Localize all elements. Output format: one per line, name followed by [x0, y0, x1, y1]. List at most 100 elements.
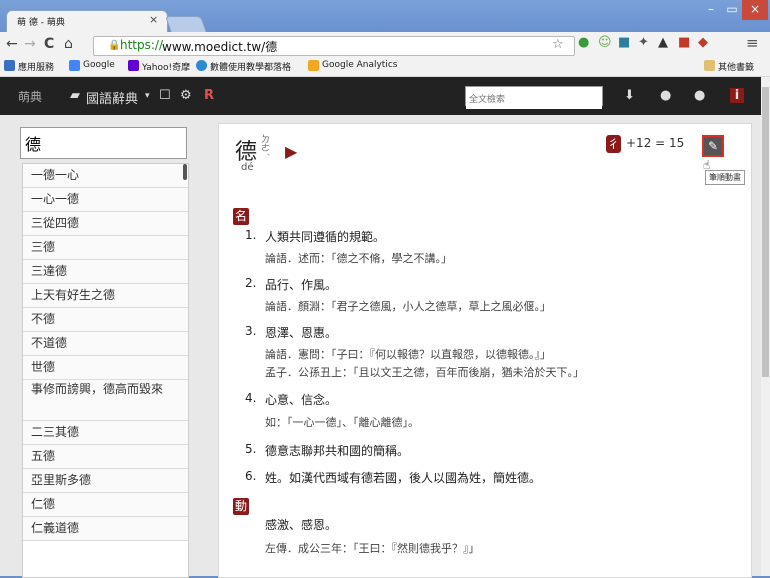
- extension-translate-icon[interactable]: ■: [618, 35, 630, 50]
- bookmark-google[interactable]: Google: [83, 60, 115, 70]
- list-item[interactable]: 一心一德: [23, 188, 188, 212]
- definition: 恩澤、恩惠。: [265, 326, 338, 340]
- list-item[interactable]: 五德: [23, 445, 188, 469]
- def-number: 5.: [245, 442, 257, 456]
- tab-title: 萌 德 - 萌典: [17, 18, 65, 28]
- chevron-down-icon: ▾: [145, 91, 150, 101]
- definition: 人類共同遵循的規範。: [265, 230, 386, 244]
- maximize-button[interactable]: ▭: [722, 0, 742, 20]
- def-number: 1.: [245, 228, 257, 242]
- extension-cup-icon[interactable]: ▲: [658, 35, 668, 50]
- browser-tab[interactable]: 萌 德 - 萌典 ×: [6, 10, 168, 33]
- play-audio-icon[interactable]: ▶: [285, 142, 297, 161]
- pos-badge-verb: 動: [233, 498, 249, 515]
- blog-icon: [196, 60, 207, 71]
- fulltext-search[interactable]: [465, 86, 603, 109]
- url-text: www.moedict.tw/德: [162, 40, 278, 54]
- list-item[interactable]: 三德: [23, 236, 188, 260]
- minimize-button[interactable]: –: [700, 0, 722, 20]
- main-content: 一德一心 一心一德 三從四德 三德 三達德 上天有好生之德 不德 不道德 世德 …: [0, 115, 761, 578]
- entry-panel: 德 ㄉㄜˊ dé ▶ 彳 +12 = 15 ✎ ☝ 筆順動畫 名 1. 人類共同…: [218, 123, 752, 578]
- navigation-bar: ← → C ⌂ 🔒 https:// www.moedict.tw/德 ☆ ● …: [0, 32, 770, 58]
- bookmark-analytics[interactable]: Google Analytics: [322, 60, 397, 70]
- reload-icon[interactable]: C: [44, 36, 54, 52]
- settings-icon[interactable]: ⚙: [180, 88, 192, 103]
- bookmark-apps[interactable]: 應用服務: [18, 60, 54, 73]
- query-box[interactable]: [20, 127, 187, 159]
- pos-badge-noun: 名: [233, 208, 249, 225]
- list-item[interactable]: 世德: [23, 356, 188, 380]
- list-item[interactable]: 亞里斯多德: [23, 469, 188, 493]
- home-icon[interactable]: ⌂: [64, 36, 73, 52]
- bookmark-star-icon[interactable]: ☆: [552, 37, 564, 52]
- yahoo-icon: [128, 60, 139, 71]
- list-item[interactable]: 事修而謗興，德高而毀來: [23, 380, 188, 421]
- list-scrollbar[interactable]: [183, 164, 187, 180]
- stroke-order-button[interactable]: ✎: [702, 135, 724, 157]
- bookmarks-bar: 應用服務 Google Yahoo!奇摩 數體使用教學都落格 Google An…: [0, 58, 770, 77]
- extension-shield-icon[interactable]: ●: [578, 35, 589, 50]
- list-item[interactable]: 不道德: [23, 332, 188, 356]
- list-item[interactable]: 仁義道德: [23, 517, 188, 541]
- zhuyin: ㄉㄜˊ: [259, 134, 269, 157]
- result-list: 一德一心 一心一德 三從四德 三德 三達德 上天有好生之德 不德 不道德 世德 …: [22, 163, 189, 578]
- analytics-icon: [308, 60, 319, 71]
- dict-menu[interactable]: 國語辭典: [86, 88, 138, 107]
- bookmark-icon[interactable]: ☐: [159, 88, 171, 103]
- definition: 感激、感恩。: [265, 518, 338, 532]
- bookmark-blog[interactable]: 數體使用教學都落格: [210, 60, 291, 73]
- folder-icon: [704, 60, 715, 71]
- tooltip: 筆順動畫: [705, 170, 745, 185]
- list-item[interactable]: 三從四德: [23, 212, 188, 236]
- list-item[interactable]: 不德: [23, 308, 188, 332]
- radical-badge[interactable]: 彳: [606, 135, 621, 153]
- google-icon: [69, 60, 80, 71]
- extension-tool-icon[interactable]: ✦: [638, 35, 649, 50]
- extension-badge-icon[interactable]: ◆: [698, 35, 708, 50]
- definition: 心意、信念。: [265, 393, 338, 407]
- info-icon[interactable]: i: [730, 88, 744, 103]
- list-item[interactable]: 仁德: [23, 493, 188, 517]
- sidebar: 一德一心 一心一德 三從四德 三德 三達德 上天有好生之德 不德 不道德 世德 …: [20, 123, 197, 578]
- search-input[interactable]: [466, 91, 602, 109]
- def-number: 4.: [245, 391, 257, 405]
- def-number: 3.: [245, 324, 257, 338]
- example: 如：「一心一德」、「離心離德」。: [265, 416, 419, 429]
- apps-icon: [4, 60, 15, 71]
- example: 論語．述而：「德之不脩，學之不講。」: [265, 252, 452, 265]
- menu-icon[interactable]: ≡: [746, 34, 759, 52]
- def-number: 6.: [245, 469, 257, 483]
- query-input[interactable]: [21, 128, 184, 158]
- tab-close-icon[interactable]: ×: [149, 13, 158, 26]
- book-icon: ▰: [70, 88, 80, 103]
- address-bar[interactable]: 🔒 https:// www.moedict.tw/德 ☆: [93, 36, 575, 56]
- close-window-button[interactable]: ×: [742, 0, 768, 20]
- extension-book-icon[interactable]: ■: [678, 35, 690, 50]
- list-item[interactable]: 三達德: [23, 260, 188, 284]
- bookmark-yahoo[interactable]: Yahoo!奇摩: [142, 60, 190, 73]
- back-icon[interactable]: ←: [6, 36, 18, 52]
- forward-icon[interactable]: →: [24, 36, 36, 52]
- new-tab-button[interactable]: [164, 16, 208, 33]
- example: 論語．憲問：「子曰：『何以報德？以直報怨，以德報德。』」: [265, 348, 551, 361]
- android-icon[interactable]: ●: [660, 88, 671, 103]
- definition: 品行、作風。: [265, 278, 338, 292]
- list-item[interactable]: 上天有好生之德: [23, 284, 188, 308]
- example: 左傳．成公三年：「王曰：『然則德我乎？』」: [265, 542, 480, 555]
- apple-icon[interactable]: ●: [694, 88, 705, 103]
- definition: 德意志聯邦共和國的簡稱。: [265, 444, 410, 458]
- scrollbar-thumb[interactable]: [762, 87, 769, 377]
- pinyin: dé: [241, 162, 254, 173]
- example: 孟子．公孫丑上：「且以文王之德，百年而後崩，猶未洽於天下。」: [265, 366, 584, 379]
- bookmark-other[interactable]: 其他書籤: [718, 60, 754, 73]
- url-scheme: https://: [120, 38, 164, 52]
- list-item[interactable]: 二三其德: [23, 421, 188, 445]
- site-logo[interactable]: 萌典: [18, 88, 42, 105]
- lock-icon: 🔒: [108, 40, 121, 51]
- app-toolbar: 萌典 ▰ 國語辭典 ▾ ☐ ⚙ R ⬇ ● ● i: [0, 77, 761, 115]
- download-icon[interactable]: ⬇: [624, 88, 635, 103]
- extension-smile-icon[interactable]: ☺: [598, 35, 612, 50]
- list-item[interactable]: 一德一心: [23, 164, 188, 188]
- radical-icon[interactable]: R: [204, 88, 214, 103]
- def-number: 2.: [245, 276, 257, 290]
